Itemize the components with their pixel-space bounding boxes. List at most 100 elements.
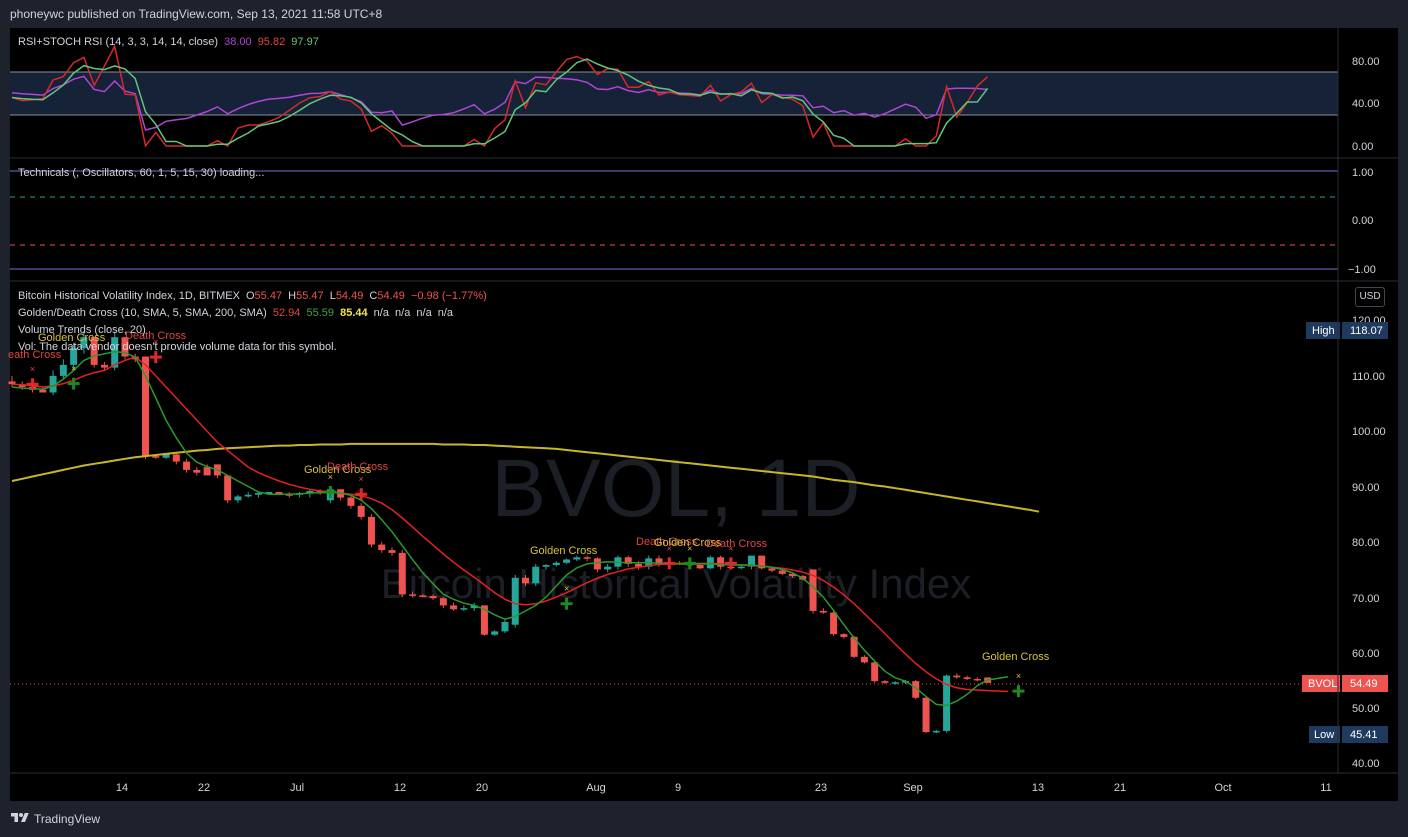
- gdc-value-sma10: 52.94: [272, 307, 301, 319]
- rsi-legend[interactable]: RSI+STOCH RSI (14, 3, 3, 14, 14, close) …: [18, 36, 322, 48]
- gdc-value-na: n/a: [416, 307, 432, 319]
- price-axis-label: 80.00: [1352, 537, 1380, 549]
- candle-body: [439, 598, 447, 606]
- candle-body: [881, 681, 889, 683]
- candle-body: [563, 559, 571, 563]
- chart-canvas[interactable]: 80.00 40.00 0.00 1.00 0.00 −1.00 BVOL, 1…: [0, 0, 1408, 837]
- time-axis-label: 21: [1114, 782, 1126, 794]
- time-axis-label: 20: [476, 782, 488, 794]
- candle-body: [532, 566, 540, 584]
- time-axis[interactable]: 14 22 Jul 12 20 Aug 9 16 23 Sep 13 21 Oc…: [116, 782, 1332, 794]
- price-axis-label: 50.00: [1352, 703, 1380, 715]
- time-axis-label: Oct: [1214, 782, 1231, 794]
- technicals-legend-title: Technicals (, Oscillators, 60, 1, 5, 15,…: [18, 167, 265, 179]
- high-badge-label: High: [1312, 325, 1335, 337]
- candle-body: [172, 454, 180, 462]
- ohlc-c-value: 54.49: [377, 290, 405, 302]
- rsi-pane[interactable]: 80.00 40.00 0.00: [10, 44, 1380, 153]
- currency-button[interactable]: USD: [1355, 287, 1385, 307]
- candle-body: [840, 634, 848, 637]
- main-legend-line2[interactable]: Golden/Death Cross (10, SMA, 5, SMA, 200…: [18, 307, 456, 319]
- tradingview-brand[interactable]: TradingView: [34, 812, 100, 826]
- last-price-label: BVOL: [1308, 678, 1337, 690]
- annotation-label: Death Cross: [327, 461, 389, 473]
- tradingview-logo-icon[interactable]: [10, 811, 30, 825]
- tech-axis-label-1: 1.00: [1352, 167, 1373, 179]
- footer-bar: [0, 801, 1408, 837]
- annotation-label: Golden Cross: [530, 545, 598, 557]
- death-cross-x-marker: ×: [30, 364, 35, 374]
- time-axis-label: 12: [394, 782, 406, 794]
- candle-body: [768, 568, 776, 571]
- candle-body: [224, 475, 232, 501]
- ohlc-o-value: 55.47: [254, 290, 283, 302]
- gdc-value-na: n/a: [395, 307, 411, 319]
- candle-body: [203, 467, 211, 476]
- ohlc-h-label: H: [288, 290, 297, 302]
- main-legend-line1[interactable]: Bitcoin Historical Volatility Index, 1D,…: [18, 290, 490, 302]
- high-value: 118.07: [1350, 325, 1383, 337]
- price-axis-label: 100.00: [1352, 426, 1386, 438]
- candle-body: [604, 566, 612, 570]
- main-legend-line4[interactable]: Vol: The data vendor doesn't provide vol…: [18, 341, 340, 353]
- ohlc-l-value: 54.49: [335, 290, 364, 302]
- candle-body: [409, 594, 417, 596]
- candle-body: [367, 516, 375, 545]
- candle-body: [573, 557, 581, 560]
- time-axis-label: Sep: [903, 782, 923, 794]
- gdc-indicator-name: Golden/Death Cross (10, SMA, 5, SMA, 200…: [18, 307, 267, 319]
- candle-body: [450, 605, 458, 610]
- candle-body: [583, 557, 591, 559]
- candle-body: [152, 456, 160, 458]
- candle-body: [871, 662, 879, 682]
- stoch-d-value: 97.97: [291, 36, 319, 48]
- candle-body: [429, 595, 437, 599]
- candle-body: [973, 678, 981, 681]
- candle-body: [891, 682, 899, 684]
- candle-body: [347, 497, 355, 506]
- low-badge-label: Low: [1314, 729, 1334, 741]
- low-value: 45.41: [1350, 729, 1378, 741]
- annotation-label: Death Cross: [706, 538, 768, 550]
- price-axis-label: 110.00: [1352, 371, 1385, 383]
- ohlc-change: −0.98 (−1.77%): [410, 290, 487, 302]
- candle-body: [357, 505, 365, 517]
- symbol-name: Bitcoin Historical Volatility Index, 1D,…: [18, 290, 240, 302]
- golden-cross-marker: [67, 377, 80, 390]
- tech-axis-label-minus1: −1.00: [1348, 264, 1376, 276]
- candle-body: [183, 461, 191, 470]
- candle-body: [953, 675, 961, 678]
- time-axis-label: 23: [815, 782, 827, 794]
- candle-body: [100, 364, 108, 368]
- candle-body: [501, 621, 509, 632]
- candle-body: [542, 565, 550, 567]
- candle-body: [491, 631, 499, 635]
- main-price-pane[interactable]: BVOL, 1D Bitcoin Historical Volatility I…: [8, 315, 1388, 770]
- technicals-pane[interactable]: 1.00 0.00 −1.00: [10, 167, 1376, 276]
- stoch-k-value: 95.82: [257, 36, 286, 48]
- watermark-symbol: BVOL, 1D: [491, 443, 860, 534]
- tech-axis-label-0: 0.00: [1352, 215, 1373, 227]
- time-axis-label: 9: [675, 782, 681, 794]
- ohlc-l-label: L: [329, 290, 336, 302]
- time-axis-label: Jul: [290, 782, 304, 794]
- main-legend-line3[interactable]: Volume Trends (close, 20): [18, 324, 149, 336]
- candle-body: [932, 730, 940, 733]
- candle-body: [522, 577, 529, 584]
- candle-body: [552, 562, 560, 566]
- price-axis-label: 70.00: [1352, 593, 1380, 605]
- candle-body: [39, 389, 47, 393]
- candle-body: [963, 677, 971, 679]
- candle-body: [254, 493, 262, 495]
- candle-body: [59, 364, 67, 376]
- technicals-legend[interactable]: Technicals (, Oscillators, 60, 1, 5, 15,…: [18, 167, 267, 179]
- candle-body: [830, 612, 838, 635]
- time-axis-label: Aug: [586, 782, 606, 794]
- candle-body: [398, 552, 406, 595]
- candle-body: [234, 496, 242, 501]
- golden-cross-x-marker: ×: [1016, 671, 1021, 681]
- price-axis-label: 40.00: [1352, 758, 1380, 770]
- golden-cross-x-marker: ×: [71, 364, 76, 374]
- rsi-axis-label-80: 80.00: [1352, 56, 1380, 68]
- rsi-value: 38.00: [224, 36, 252, 48]
